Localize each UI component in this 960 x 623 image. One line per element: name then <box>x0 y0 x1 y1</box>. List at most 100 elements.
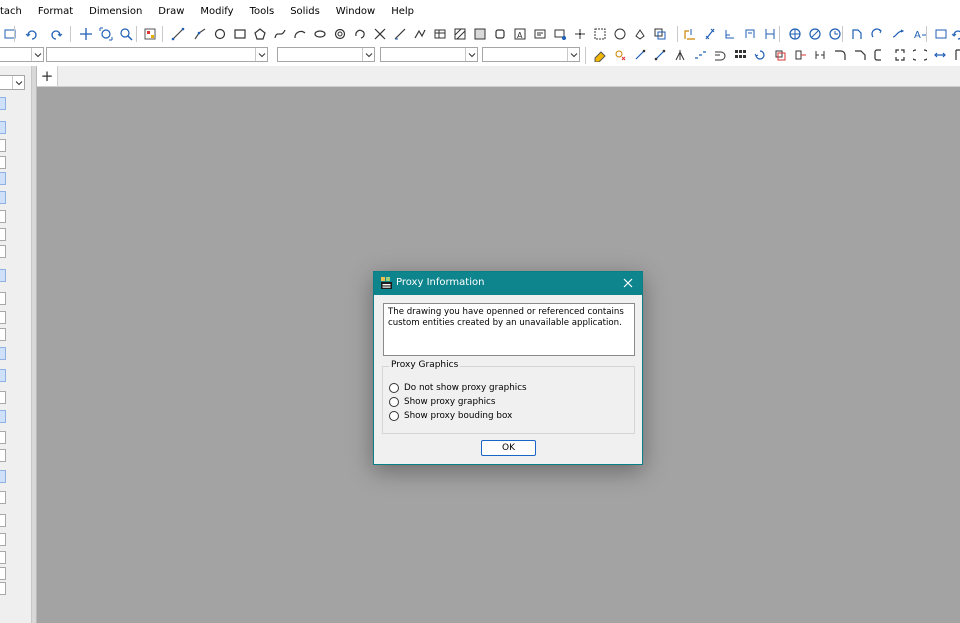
offset-icon[interactable] <box>652 47 668 63</box>
dimension-linear-icon[interactable] <box>682 26 698 42</box>
plotstyle-combo[interactable] <box>482 47 580 62</box>
undo-icon[interactable] <box>24 26 40 42</box>
chamfer-icon[interactable] <box>832 47 848 63</box>
snap-center-icon[interactable] <box>787 26 803 42</box>
palette-property-row[interactable] <box>0 391 6 404</box>
snap-perpendicular-icon[interactable] <box>849 26 865 42</box>
palette-property-row[interactable] <box>0 514 6 527</box>
text-icon[interactable]: A <box>512 26 528 42</box>
break-icon[interactable] <box>792 47 808 63</box>
boundary-icon[interactable] <box>612 26 628 42</box>
menu-dimension[interactable]: Dimension <box>81 0 150 24</box>
radio-button[interactable] <box>389 397 399 407</box>
menu-window[interactable]: Window <box>328 0 383 24</box>
join-icon[interactable] <box>812 47 828 63</box>
copy-icon[interactable] <box>912 47 928 63</box>
palette-property-row[interactable] <box>0 328 6 341</box>
palette-combo[interactable] <box>0 75 25 90</box>
donut-icon[interactable] <box>332 26 348 42</box>
stretch-icon[interactable] <box>732 47 748 63</box>
wipeout-icon[interactable] <box>632 26 648 42</box>
layer-icon[interactable] <box>933 26 949 42</box>
dimension-angular-icon[interactable] <box>722 26 738 42</box>
palette-property-row[interactable] <box>0 156 6 169</box>
explode-icon[interactable] <box>872 47 888 63</box>
menu-attach[interactable]: tach <box>0 0 30 24</box>
ellipse-icon[interactable] <box>312 26 328 42</box>
zoom-realtime-icon[interactable] <box>118 26 134 42</box>
palette-property-row[interactable] <box>0 431 6 444</box>
radio-button[interactable] <box>389 383 399 393</box>
dimension-diameter-icon[interactable] <box>762 26 778 42</box>
palette-property-row[interactable] <box>0 139 6 152</box>
mirror-icon[interactable] <box>932 47 948 63</box>
snap-tangent-icon[interactable] <box>827 26 843 42</box>
erase-icon[interactable] <box>592 47 608 63</box>
palette-property-row[interactable] <box>0 210 6 223</box>
snap-endpoint-icon[interactable] <box>869 26 885 42</box>
snap-quadrant-icon[interactable] <box>807 26 823 42</box>
gradient-icon[interactable] <box>472 26 488 42</box>
table-icon[interactable] <box>432 26 448 42</box>
polyline-icon[interactable] <box>192 26 208 42</box>
rectangle-icon[interactable] <box>232 26 248 42</box>
rotate-icon[interactable] <box>692 47 708 63</box>
erase-icon[interactable] <box>892 47 908 63</box>
dimension-aligned-icon[interactable] <box>702 26 718 42</box>
palette-property-row[interactable] <box>0 172 6 185</box>
snap-intersection-icon[interactable] <box>890 26 906 42</box>
menu-modify[interactable]: Modify <box>192 0 241 24</box>
palette-property-row[interactable] <box>0 410 6 423</box>
dimension-radius-icon[interactable] <box>742 26 758 42</box>
palette-property-row[interactable] <box>0 470 6 483</box>
linetype-combo[interactable] <box>277 47 375 62</box>
radio-option-show[interactable]: Show proxy graphics <box>389 396 495 408</box>
layer-combo[interactable] <box>0 47 44 62</box>
zoom-window-icon[interactable] <box>98 26 114 42</box>
mtext-icon[interactable] <box>532 26 548 42</box>
palette-property-row[interactable] <box>0 551 6 564</box>
palette-property-row[interactable] <box>0 292 6 305</box>
palette-property-row[interactable] <box>0 228 6 241</box>
palette-property-row[interactable] <box>0 245 6 258</box>
arc-icon[interactable] <box>292 26 308 42</box>
dialog-title-bar[interactable]: Proxy Information <box>374 272 642 295</box>
palette-property-row[interactable] <box>0 191 6 204</box>
menu-solids[interactable]: Solids <box>282 0 328 24</box>
palette-property-row[interactable] <box>0 449 6 462</box>
layer-icon[interactable] <box>2 26 18 42</box>
properties-icon[interactable] <box>142 26 158 42</box>
copy-icon[interactable] <box>612 47 628 63</box>
palette-property-row[interactable] <box>0 567 6 580</box>
construction-line-icon[interactable] <box>372 26 388 42</box>
circle-icon[interactable] <box>212 26 228 42</box>
fillet-icon[interactable] <box>852 47 868 63</box>
pan-icon[interactable] <box>78 26 94 42</box>
block-insert-icon[interactable] <box>552 26 568 42</box>
palette-property-row[interactable] <box>0 269 6 282</box>
radio-option-bounding-box[interactable]: Show proxy bouding box <box>389 410 512 422</box>
hatch-icon[interactable] <box>452 26 468 42</box>
menu-format[interactable]: Format <box>30 0 81 24</box>
palette-property-row[interactable] <box>0 311 6 324</box>
point-icon[interactable] <box>572 26 588 42</box>
lineweight-combo[interactable] <box>380 47 478 62</box>
color-combo[interactable] <box>46 47 268 62</box>
block-define-icon[interactable] <box>592 26 608 42</box>
palette-property-row[interactable] <box>0 533 6 546</box>
palette-property-row[interactable] <box>0 97 6 110</box>
ray-icon[interactable] <box>392 26 408 42</box>
menu-help[interactable]: Help <box>383 0 422 24</box>
menu-draw[interactable]: Draw <box>150 0 192 24</box>
palette-property-row[interactable] <box>0 347 6 360</box>
palette-property-row[interactable] <box>0 582 6 595</box>
spline-icon[interactable] <box>272 26 288 42</box>
radio-button[interactable] <box>389 411 399 421</box>
region-icon[interactable] <box>492 26 508 42</box>
multiline-icon[interactable] <box>412 26 428 42</box>
close-icon[interactable] <box>620 275 636 291</box>
undo-icon[interactable] <box>950 26 960 42</box>
radio-option-do-not-show[interactable]: Do not show proxy graphics <box>389 382 527 394</box>
menu-tools[interactable]: Tools <box>242 0 283 24</box>
polygon-icon[interactable] <box>252 26 268 42</box>
